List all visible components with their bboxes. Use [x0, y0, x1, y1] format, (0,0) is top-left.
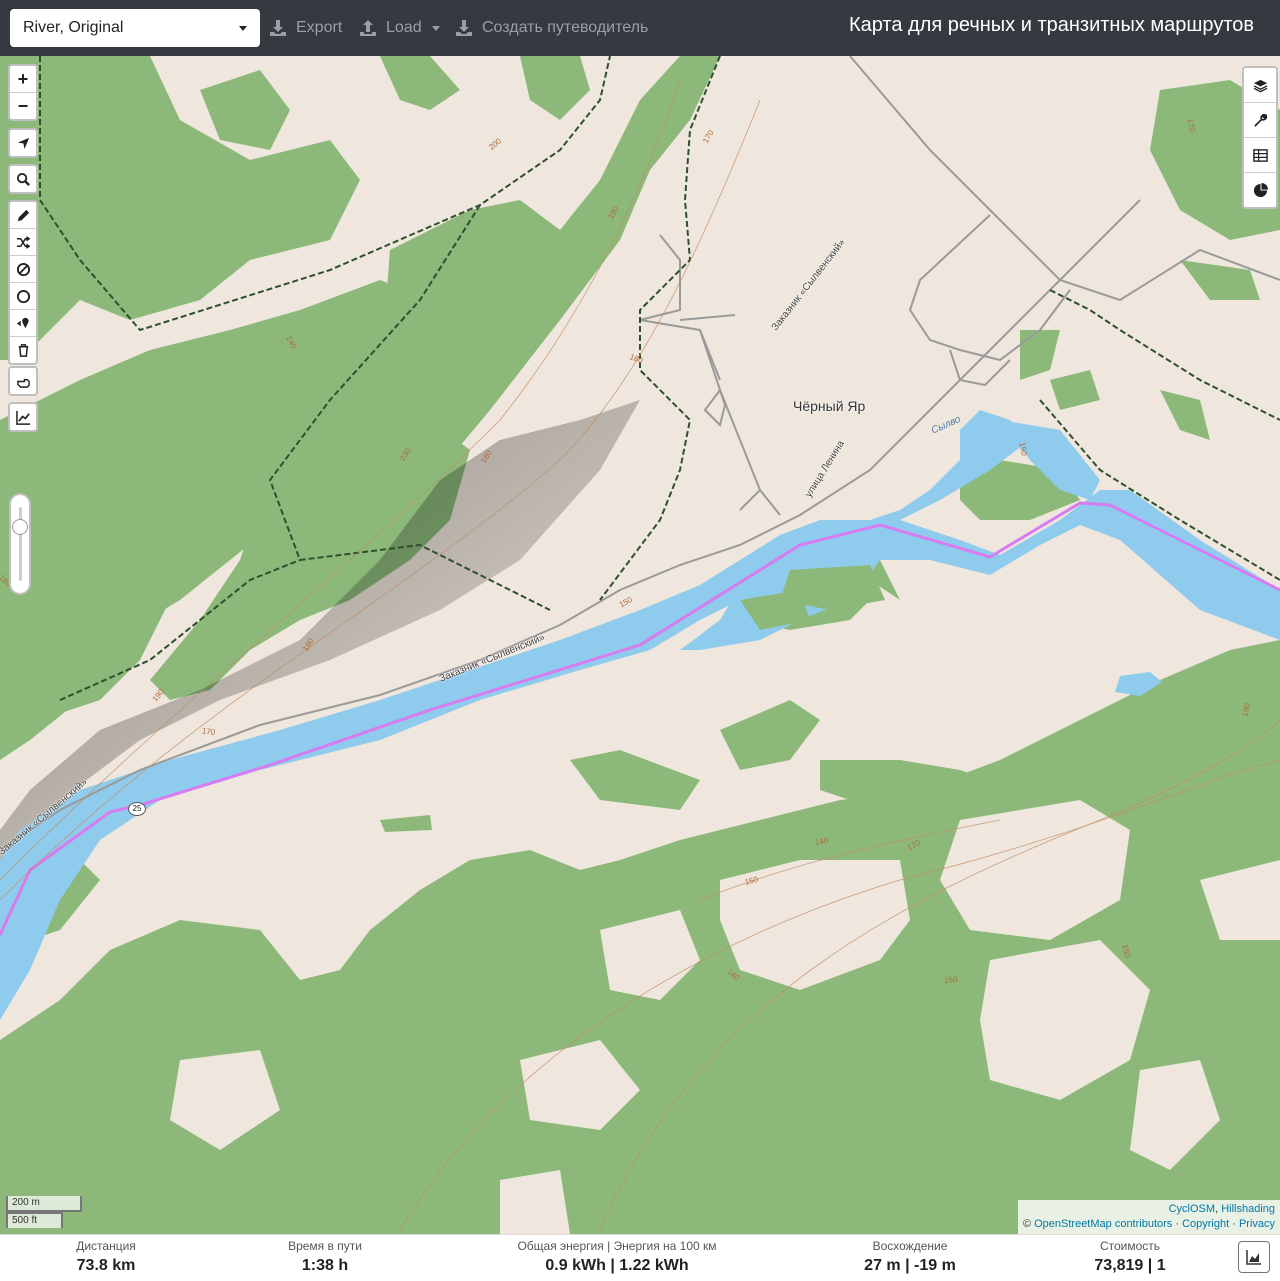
reverse-route-button[interactable] — [10, 229, 36, 256]
export-label: Export — [296, 19, 343, 36]
elevation-chart-button[interactable] — [10, 404, 36, 430]
opacity-slider[interactable] — [9, 493, 31, 595]
stat-value: 73,819 | 1 — [1094, 1257, 1166, 1274]
wrench-icon — [1253, 113, 1267, 127]
stat-distance: Дистанция 73.8 km — [56, 1239, 156, 1275]
layers-icon — [1253, 79, 1267, 92]
edit-toolbar — [8, 200, 38, 365]
osm-contributors-link[interactable]: OpenStreetMap contributors — [1034, 1218, 1172, 1230]
stat-time: Время в пути 1:38 h — [270, 1239, 380, 1275]
hand-pointer-icon — [16, 378, 30, 388]
profile-select[interactable]: River, Original — [10, 9, 260, 47]
table-button[interactable] — [1244, 138, 1276, 173]
statistics-button[interactable] — [1244, 173, 1276, 207]
location-arrow-icon — [17, 137, 29, 149]
search-icon — [16, 172, 30, 186]
export-button[interactable]: Export — [268, 14, 342, 42]
draw-route-button[interactable] — [10, 202, 36, 229]
hillshading-link[interactable]: Hillshading — [1221, 1203, 1275, 1215]
delete-point-button[interactable] — [10, 310, 36, 337]
app-title: Карта для речных и транзитных маршрутов — [848, 14, 1254, 36]
scale-imperial: 500 ft — [6, 1212, 63, 1228]
stat-value: 1:38 h — [301, 1257, 349, 1274]
load-label: Load — [386, 19, 422, 36]
elevation-profile-button[interactable] — [1238, 1241, 1270, 1273]
profile-select-value: River, Original — [23, 19, 124, 36]
hand-pointer-button[interactable] — [10, 368, 36, 394]
circle-icon — [16, 289, 30, 303]
cyclosm-link[interactable]: CyclOSM — [1169, 1203, 1215, 1215]
stat-label: Восхождение — [872, 1239, 948, 1253]
download-icon — [456, 20, 472, 36]
stat-value: 27 m | -19 m — [864, 1257, 956, 1274]
pointer-control — [8, 366, 38, 396]
trash-icon — [18, 343, 28, 357]
contour-label: 150 — [943, 974, 958, 985]
search-control — [8, 164, 38, 194]
layers-button[interactable] — [1244, 68, 1276, 103]
table-icon — [1252, 148, 1268, 162]
privacy-link[interactable]: Privacy — [1239, 1218, 1275, 1230]
upload-icon — [360, 20, 376, 36]
stat-value: 0.9 kWh | 1.22 kWh — [545, 1257, 689, 1274]
delete-route-button[interactable] — [10, 337, 36, 363]
avoid-area-button[interactable] — [10, 256, 36, 283]
layers-panel — [1242, 66, 1278, 209]
locate-control — [8, 128, 38, 158]
line-chart-icon — [15, 410, 30, 425]
download-icon — [270, 20, 286, 36]
scale-bar: 200 m 500 ft — [6, 1196, 82, 1228]
route-shield: 25 — [128, 802, 146, 816]
attribution-separator: · — [1229, 1218, 1239, 1230]
copyright-symbol: © — [1022, 1218, 1035, 1230]
copyright-link[interactable]: Copyright — [1182, 1218, 1229, 1230]
map-canvas[interactable]: Чёрный Яр улица Ленина Сылво Заказник «С… — [0, 56, 1280, 1234]
stat-label: Общая энергия | Энергия на 100 км — [517, 1239, 717, 1253]
shuffle-icon — [16, 235, 30, 249]
scale-metric: 200 m — [6, 1196, 82, 1212]
zoom-out-button[interactable]: − — [10, 93, 36, 119]
stat-ascent: Восхождение 27 m | -19 m — [850, 1239, 970, 1275]
stat-value: 73.8 km — [76, 1257, 136, 1274]
locate-button[interactable] — [10, 130, 36, 156]
map-tiles — [0, 56, 1280, 1234]
stat-label: Стоимость — [1099, 1239, 1161, 1253]
stat-energy: Общая энергия | Энергия на 100 км 0.9 kW… — [497, 1239, 737, 1275]
stat-label: Время в пути — [288, 1239, 362, 1253]
place-label-cherny-yar: Чёрный Яр — [793, 398, 866, 414]
create-guide-label: Создать путеводитель — [482, 19, 649, 36]
zoom-control: + − — [8, 64, 38, 121]
attribution-separator: · — [1172, 1218, 1183, 1230]
zoom-in-button[interactable]: + — [10, 66, 36, 93]
ban-icon — [16, 262, 30, 276]
area-chart-icon — [1246, 1250, 1261, 1265]
create-guide-button[interactable]: Создать путеводитель — [454, 14, 648, 42]
elevation-control — [8, 402, 38, 432]
stat-cost: Стоимость 73,819 | 1 — [1080, 1239, 1180, 1275]
route-stats-bar: Дистанция 73.8 km Время в пути 1:38 h Об… — [0, 1234, 1280, 1281]
chevron-down-icon — [239, 26, 247, 31]
load-button[interactable]: Load — [358, 14, 440, 42]
settings-button[interactable] — [1244, 103, 1276, 138]
top-navbar: River, Original Export Load Создать путе… — [0, 0, 1280, 56]
stat-label: Дистанция — [76, 1239, 136, 1253]
map-marker-remove-icon — [16, 317, 29, 328]
circle-tool-button[interactable] — [10, 283, 36, 310]
slider-thumb[interactable] — [12, 519, 28, 535]
search-button[interactable] — [10, 166, 36, 192]
chevron-down-icon — [431, 25, 440, 31]
pencil-icon — [17, 209, 29, 221]
pie-chart-icon — [1253, 182, 1268, 197]
attribution: CyclOSM, Hillshading © OpenStreetMap con… — [1017, 1200, 1280, 1234]
